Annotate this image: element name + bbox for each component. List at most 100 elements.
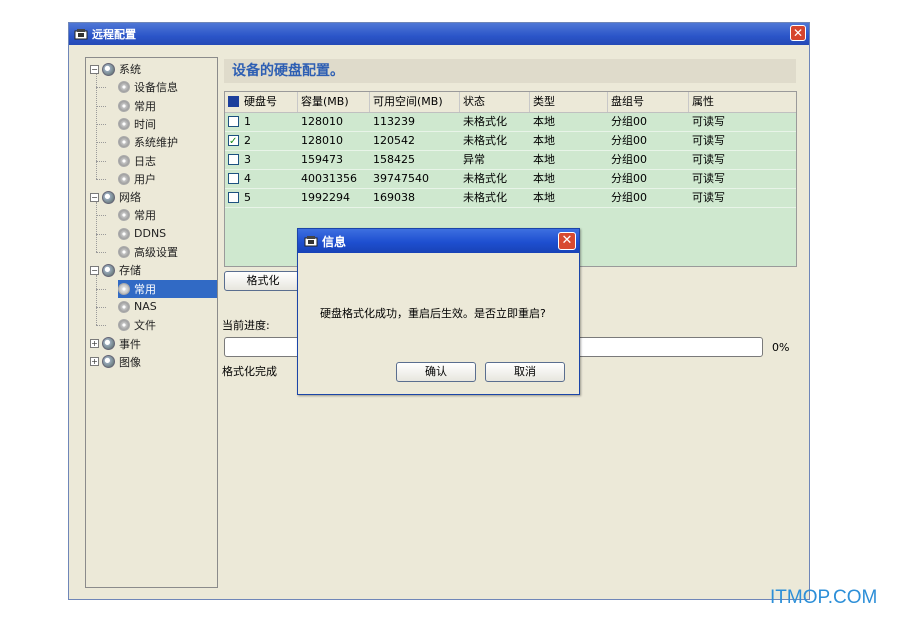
tree-connector [96,160,106,162]
table-cell: 本地 [530,170,555,188]
tree-item-label: 图像 [119,355,141,369]
row-checkbox[interactable] [228,172,239,184]
table-cell: 39747540 [370,170,429,188]
gear-cluster-icon [102,62,115,76]
table-cell: 128010 [298,113,343,131]
table-cell: 2 [225,132,251,151]
gear-leaf-icon [118,246,130,258]
tree-item-8[interactable]: 常用 [118,206,156,224]
section-title: 设备的硬盘配置。 [224,59,796,83]
tree-item-label: 常用 [134,282,156,296]
tree-item-label: 高级设置 [134,246,178,259]
table-cell: 未格式化 [460,170,507,188]
progress-label: 当前进度: [222,319,270,332]
cell-value: 未格式化 [463,191,507,204]
gear-leaf-icon [118,282,130,295]
table-row[interactable]: 3 159473 158425 异常 本地 分组00 可读写 [225,151,796,170]
ok-button[interactable]: 确认 [396,362,476,382]
cell-value: 113239 [373,115,415,128]
cell-value: 128010 [301,134,343,147]
dialog-close-icon[interactable]: ✕ [558,232,576,250]
tree-item-11[interactable]: − 存储 [90,261,141,279]
cell-value: 本地 [533,172,555,185]
column-header[interactable]: 可用空间(MB) [370,92,460,112]
table-row[interactable]: 5 1992294 169038 未格式化 本地 分组00 可读写 [225,189,796,208]
cancel-button[interactable]: 取消 [485,362,565,382]
cell-value: 本地 [533,153,555,166]
table-cell: 可读写 [689,170,725,188]
tree-item-15[interactable]: + 事件 [90,335,141,353]
table-cell: 本地 [530,189,555,207]
table-cell: 1 [225,113,251,131]
select-all-checkbox[interactable] [228,95,239,107]
tree-item-14[interactable]: 文件 [118,316,156,334]
column-header[interactable]: 类型 [530,92,608,112]
table-cell: 分组00 [608,132,647,150]
cell-value: 可读写 [692,172,725,185]
tree-item-9[interactable]: DDNS [118,225,166,243]
tree-connector [96,325,106,327]
tree-item-4[interactable]: 系统维护 [118,133,178,151]
tree-item-label: 常用 [134,209,156,223]
tree-item-label: 系统维护 [134,136,178,150]
tree-item-10[interactable]: 高级设置 [118,243,178,261]
tree-item-13[interactable]: NAS [118,298,157,316]
gear-leaf-icon [118,99,130,112]
cell-value: 128010 [301,115,343,128]
collapse-icon[interactable]: − [90,192,99,202]
dialog-message: 硬盘格式化成功，重启后生效。是否立即重启? [320,307,546,320]
table-header: 硬盘号 容量(MB) 可用空间(MB) 状态 类型 盘组号 属性 [225,92,796,113]
tree-connector [96,142,106,144]
tree-item-5[interactable]: 日志 [118,152,156,170]
cell-value: 本地 [533,115,555,128]
tree-item-7[interactable]: − 网络 [90,188,141,206]
table-cell: 113239 [370,113,415,131]
format-button[interactable]: 格式化 [224,271,302,291]
tree-item-16[interactable]: + 图像 [90,353,141,371]
dialog-titlebar[interactable]: 信息 ✕ [298,229,579,253]
tree-item-label: 时间 [134,117,156,131]
table-row[interactable]: 1 128010 113239 未格式化 本地 分组00 可读写 [225,113,796,132]
column-header[interactable]: 容量(MB) [298,92,370,112]
table-cell: 本地 [530,113,555,131]
column-header-label: 属性 [692,95,714,108]
column-header[interactable]: 属性 [689,92,796,112]
tree-item-0[interactable]: − 系统 [90,60,141,78]
column-header[interactable]: 状态 [460,92,530,112]
tree-item-label: 常用 [134,99,156,113]
row-checkbox[interactable] [228,115,239,127]
column-header-label: 可用空间(MB) [373,95,443,108]
table-cell: 可读写 [689,113,725,131]
tree-connector [96,74,97,179]
cell-value: 分组00 [611,115,647,128]
gear-leaf-icon [118,136,130,149]
table-cell: 40031356 [298,170,357,188]
column-header[interactable]: 盘组号 [608,92,689,112]
window-titlebar[interactable]: 远程配置 ✕ [69,23,809,45]
row-checkbox[interactable] [228,191,239,203]
cell-value: 1 [244,115,251,128]
collapse-icon[interactable]: − [90,265,99,275]
tree-item-12[interactable]: 常用 [118,279,217,298]
tree-item-3[interactable]: 时间 [118,115,156,133]
close-icon[interactable]: ✕ [790,25,806,41]
expand-icon[interactable]: + [90,357,99,367]
row-checkbox-checked[interactable] [228,133,239,151]
tree-connector [96,123,106,125]
row-checkbox[interactable] [228,153,239,165]
tree-item-label: 用户 [134,172,156,186]
expand-icon[interactable]: + [90,339,99,348]
table-row[interactable]: 2 128010 120542 未格式化 本地 分组00 可读写 [225,132,796,151]
tree-item-1[interactable]: 设备信息 [118,78,178,96]
cell-value: 169038 [373,191,415,204]
tree-connector [96,288,106,290]
collapse-icon[interactable]: − [90,64,99,74]
table-row[interactable]: 4 40031356 39747540 未格式化 本地 分组00 可读写 [225,170,796,189]
progress-percent: 0% [772,341,790,354]
tree-item-label: 设备信息 [134,81,178,95]
tree-item-2[interactable]: 常用 [118,97,156,115]
cell-value: 可读写 [692,153,725,166]
column-header[interactable]: 硬盘号 [225,92,298,112]
tree-item-6[interactable]: 用户 [118,170,156,188]
table-cell: 未格式化 [460,113,507,131]
